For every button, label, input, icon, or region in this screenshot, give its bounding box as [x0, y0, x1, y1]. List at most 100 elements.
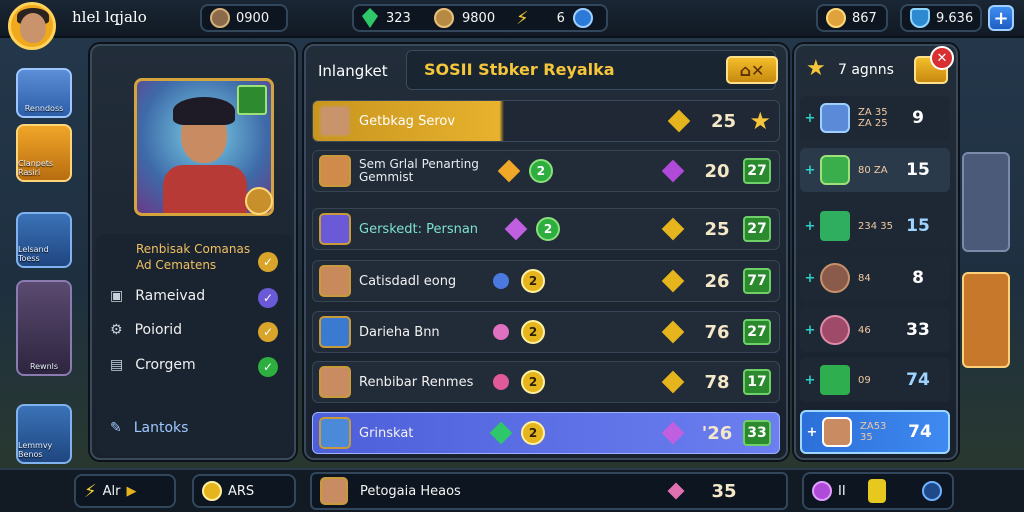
- panel-tab[interactable]: Inlangket: [318, 62, 388, 80]
- bottom-bolt-button[interactable]: ⚡ Alr ▶: [74, 474, 176, 508]
- hero-footer-link[interactable]: ✎ Lantoks: [110, 420, 188, 436]
- stat-box: 33: [743, 420, 771, 446]
- reward-row[interactable]: +84 8: [800, 256, 950, 300]
- add-bolt-icon[interactable]: [572, 8, 593, 28]
- table-row[interactable]: Sem Grlal Penarting Gemmist 2 20 27: [312, 150, 780, 192]
- reward-row[interactable]: +09 74: [800, 358, 950, 402]
- side-hero-card-1[interactable]: [962, 152, 1010, 252]
- reward-plant-icon: [820, 155, 850, 185]
- reward-coin-icon: [820, 263, 850, 293]
- stat-box: 27: [743, 319, 771, 345]
- row-portrait: [319, 265, 351, 297]
- reward-row[interactable]: +234 35 15: [800, 204, 950, 248]
- sidebar-button-2[interactable]: Clanpets Rasiri: [16, 124, 72, 182]
- table-row[interactable]: Renbibar Renmes 2 78 17: [312, 361, 780, 403]
- table-row[interactable]: Gerskedt: Persnan 2 25 27: [312, 208, 780, 250]
- close-icon[interactable]: ✕: [930, 46, 954, 70]
- trophies-value: 867: [852, 10, 877, 26]
- reward-row[interactable]: +80 ZA 15: [800, 148, 950, 192]
- coin-icon: [202, 481, 222, 501]
- card-icon: ▤: [110, 357, 124, 373]
- hero-item-1[interactable]: ▣ Rameivad: [110, 288, 205, 304]
- gold-gem-icon: [661, 217, 685, 241]
- currency-pill-a[interactable]: 0900: [200, 4, 288, 32]
- side-hero-card-2[interactable]: [962, 272, 1010, 368]
- rank-icon: [245, 187, 273, 215]
- check-icon-4: ✓: [258, 357, 278, 377]
- reward-portrait-icon: [820, 103, 850, 133]
- sidebar-hero-card[interactable]: Rewnls: [16, 280, 72, 376]
- level-badge: 2: [521, 421, 545, 445]
- sidebar-button-4[interactable]: Lemmvy Benos: [16, 404, 72, 464]
- hero-subtitle: Renbisak Comanas: [136, 242, 251, 256]
- close-title-button[interactable]: ⌂✕: [726, 56, 778, 84]
- bolts-value: 6: [556, 10, 565, 26]
- orb-icon[interactable]: [812, 481, 832, 501]
- gems-value: 323: [386, 10, 411, 26]
- level-badge: 2: [528, 159, 553, 183]
- gem-icon: [362, 8, 378, 28]
- table-row[interactable]: Getbkag Serov 25 ★: [312, 100, 780, 142]
- trophy-pill: 867: [816, 4, 888, 32]
- reward-portrait-icon: [822, 417, 852, 447]
- check-icon-2: ✓: [258, 288, 278, 308]
- coins-value: 9800: [462, 10, 496, 26]
- table-row[interactable]: Catisdadl eong 2 26 77: [312, 260, 780, 302]
- flower-icon: [493, 324, 509, 340]
- box-icon: ▣: [110, 288, 124, 304]
- reward-row[interactable]: +46 33: [800, 308, 950, 352]
- stat-box: 17: [743, 369, 771, 395]
- table-row[interactable]: Darieha Bnn 2 76 27: [312, 311, 780, 353]
- resource-pill: 323 9800 ⚡ 6: [352, 4, 608, 32]
- reward-stack-icon: [820, 211, 850, 241]
- gold-gem-icon: [661, 269, 685, 293]
- purple-gem-icon: [504, 217, 528, 241]
- info-icon[interactable]: [921, 481, 942, 501]
- element-icon: [237, 85, 267, 115]
- tool-icon: ⚙: [110, 322, 123, 338]
- sidebar-button-1[interactable]: Renndoss: [16, 68, 72, 118]
- level-badge: 2: [536, 217, 561, 241]
- bottom-player-row[interactable]: Petogaia Heaos 35: [310, 472, 788, 510]
- table-row-selected[interactable]: Grinskat 2 '26 33: [312, 412, 780, 454]
- panel-title: SOSII Stbker Reyalka: [424, 60, 615, 79]
- hero-subtitle-2: Ad Cematens: [136, 258, 217, 272]
- row-portrait: [320, 477, 348, 505]
- sidebar-button-3[interactable]: Lelsand Toess: [16, 212, 72, 268]
- player-name: hlel lqjalo: [72, 8, 147, 26]
- star-icon: ★: [806, 56, 826, 81]
- add-currency-button[interactable]: +: [988, 5, 1014, 31]
- reward-row[interactable]: + ZA 35 ZA 25 9: [800, 96, 950, 140]
- coin-icon: [434, 8, 454, 28]
- gold-gem-icon: [661, 320, 685, 344]
- reward-row-selected[interactable]: + ZA53 35 74: [800, 410, 950, 454]
- lock-icon[interactable]: [867, 479, 886, 503]
- hero-item-3[interactable]: ▤ Crorgem: [110, 357, 196, 373]
- stat-box: 27: [743, 216, 771, 242]
- check-icon-1: ✓: [258, 252, 278, 272]
- portrait-icon: [210, 8, 230, 28]
- gold-gem-icon: [668, 109, 691, 133]
- shield-pill: 9.636: [900, 4, 982, 32]
- purple-gem-icon: [661, 421, 685, 445]
- row-portrait: [319, 105, 351, 137]
- arrow-icon: ▶: [126, 483, 137, 499]
- hero-armor: [163, 165, 247, 213]
- bolt-icon: ⚡: [516, 7, 529, 29]
- pink-gem-icon: [667, 482, 685, 500]
- bottom-coin-button[interactable]: ARS: [192, 474, 296, 508]
- player-avatar[interactable]: [8, 2, 56, 50]
- shield-icon: [910, 8, 930, 28]
- check-icon-3: ✓: [258, 322, 278, 342]
- star-icon: ★: [749, 107, 771, 135]
- currency-a-value: 0900: [236, 10, 270, 26]
- hero-item-2[interactable]: ⚙ Poiorid: [110, 322, 182, 338]
- level-badge: 2: [521, 370, 545, 394]
- level-badge: 2: [521, 320, 545, 344]
- hero-portrait[interactable]: [134, 78, 274, 216]
- gold-gem-icon: [661, 370, 685, 394]
- row-portrait: [319, 417, 351, 449]
- flower-icon: [493, 374, 509, 390]
- green-gem-icon: [489, 421, 513, 445]
- row-portrait: [319, 213, 351, 245]
